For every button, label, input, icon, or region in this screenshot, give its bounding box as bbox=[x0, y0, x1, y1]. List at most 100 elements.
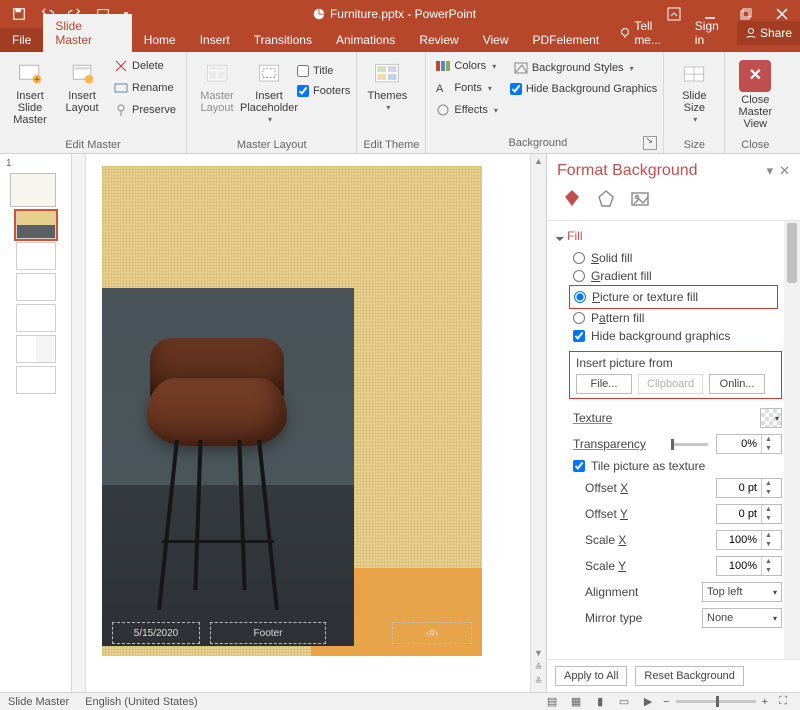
date-placeholder[interactable]: 5/15/2020 bbox=[112, 622, 200, 644]
themes-button[interactable]: Themes bbox=[363, 56, 411, 113]
scale-y-spinner[interactable]: ▲▼ bbox=[716, 556, 782, 576]
offset-x-spinner[interactable]: ▲▼ bbox=[716, 478, 782, 498]
fit-to-window-button[interactable]: ⛶ bbox=[774, 695, 792, 709]
reset-background-button[interactable]: Reset Background bbox=[635, 666, 744, 686]
chair-picture[interactable] bbox=[102, 288, 354, 646]
hide-bg-graphics-panel-checkbox[interactable]: Hide background graphics bbox=[557, 327, 796, 345]
group-label-edit-theme: Edit Theme bbox=[363, 138, 419, 151]
panel-close-icon[interactable]: ✕ bbox=[779, 163, 790, 179]
delete-button[interactable]: Delete bbox=[110, 56, 180, 76]
mirror-combo[interactable]: None▾ bbox=[702, 608, 782, 628]
gradient-fill-radio[interactable]: Gradient fill bbox=[557, 267, 796, 285]
tab-pdfelement[interactable]: PDFelement bbox=[521, 28, 612, 52]
colors-button[interactable]: Colors bbox=[432, 56, 501, 76]
next-slide-icon[interactable]: ≚ bbox=[532, 676, 546, 690]
layout-thumbnail-6[interactable] bbox=[16, 366, 56, 394]
transparency-slider[interactable] bbox=[674, 443, 708, 446]
fill-mode-icon[interactable] bbox=[559, 186, 585, 212]
preserve-button[interactable]: Preserve bbox=[110, 100, 180, 120]
normal-view-icon[interactable]: ▦ bbox=[567, 695, 585, 709]
slide-edit-area[interactable]: 5/15/2020 Footer ‹#› bbox=[72, 154, 530, 692]
master-layout-icon bbox=[203, 60, 231, 88]
layout-thumbnail-1[interactable] bbox=[16, 211, 56, 239]
picture-mode-icon[interactable] bbox=[627, 186, 653, 212]
layout-thumbnail-3[interactable] bbox=[16, 273, 56, 301]
lightbulb-icon bbox=[619, 27, 630, 39]
insert-slide-master-icon bbox=[16, 60, 44, 88]
share-button[interactable]: Share bbox=[737, 21, 800, 45]
status-language[interactable]: English (United States) bbox=[85, 696, 198, 708]
tab-animations[interactable]: Animations bbox=[324, 28, 407, 52]
insert-online-button[interactable]: Onlin... bbox=[709, 374, 765, 394]
zoom-slider[interactable] bbox=[676, 700, 756, 703]
scale-x-spinner[interactable]: ▲▼ bbox=[716, 530, 782, 550]
tab-slide-master[interactable]: Slide Master bbox=[43, 14, 131, 52]
prev-slide-icon[interactable]: ≙ bbox=[532, 662, 546, 676]
footers-checkbox[interactable]: Footers bbox=[297, 82, 350, 100]
insert-layout-icon bbox=[68, 60, 96, 88]
master-thumbnail[interactable] bbox=[10, 173, 56, 207]
tab-home[interactable]: Home bbox=[132, 28, 188, 52]
background-styles-button[interactable]: Background Styles bbox=[510, 58, 657, 78]
insert-slide-master-button[interactable]: Insert Slide Master bbox=[6, 56, 54, 126]
fonts-button[interactable]: AFonts bbox=[432, 78, 501, 98]
zoom-in-button[interactable]: + bbox=[762, 696, 768, 708]
fonts-icon: A bbox=[436, 81, 450, 95]
scroll-down-icon[interactable]: ▼ bbox=[532, 648, 546, 662]
solid-fill-radio[interactable]: Solid fill bbox=[557, 249, 796, 267]
master-layout-button[interactable]: Master Layout bbox=[193, 56, 241, 114]
effects-button[interactable]: Effects bbox=[432, 100, 501, 120]
tile-checkbox[interactable]: Tile picture as texture bbox=[557, 457, 796, 475]
insert-clipboard-button: Clipboard bbox=[638, 374, 703, 394]
slideshow-icon[interactable]: ▶ bbox=[639, 695, 657, 709]
slide-canvas[interactable]: 5/15/2020 Footer ‹#› bbox=[102, 166, 482, 656]
apply-to-all-button[interactable]: Apply to All bbox=[555, 666, 627, 686]
tab-insert[interactable]: Insert bbox=[188, 28, 242, 52]
offset-y-spinner[interactable]: ▲▼ bbox=[716, 504, 782, 524]
fill-section-header[interactable]: Fill bbox=[557, 229, 796, 243]
scroll-up-icon[interactable]: ▲ bbox=[532, 156, 546, 170]
zoom-out-button[interactable]: − bbox=[663, 696, 669, 708]
insert-layout-button[interactable]: Insert Layout bbox=[58, 56, 106, 114]
transparency-row: Transparency ▲▼ bbox=[557, 431, 796, 457]
sign-in-button[interactable]: Sign in bbox=[687, 19, 737, 47]
close-icon: ✕ bbox=[739, 60, 771, 92]
tab-view[interactable]: View bbox=[471, 28, 521, 52]
thumbnail-pane[interactable]: 1 bbox=[0, 154, 72, 692]
layout-thumbnail-2[interactable] bbox=[16, 242, 56, 270]
main-area: 1 5/15/2020 Footer ‹#› bbox=[0, 154, 800, 692]
layout-thumbnail-4[interactable] bbox=[16, 304, 56, 332]
rename-button[interactable]: Rename bbox=[110, 78, 180, 98]
background-dialog-launcher[interactable] bbox=[643, 136, 657, 150]
tab-file[interactable]: File bbox=[0, 28, 43, 52]
tell-me-button[interactable]: Tell me... bbox=[611, 14, 687, 52]
tab-transitions[interactable]: Transitions bbox=[242, 28, 324, 52]
rename-icon bbox=[114, 81, 128, 95]
edit-vertical-scrollbar[interactable]: ▲ ▼ ≙ ≚ bbox=[530, 154, 546, 692]
texture-picker[interactable]: ▾ bbox=[760, 408, 782, 428]
reading-view-icon[interactable]: ▭ bbox=[615, 695, 633, 709]
slide-sorter-icon[interactable]: ▮ bbox=[591, 695, 609, 709]
panel-scrollbar[interactable] bbox=[784, 221, 800, 659]
effects-mode-icon[interactable] bbox=[593, 186, 619, 212]
panel-options-icon[interactable]: ▾ bbox=[767, 163, 774, 179]
pattern-fill-radio[interactable]: Pattern fill bbox=[557, 309, 796, 327]
group-close: ✕ Close Master View Close bbox=[725, 52, 785, 153]
insert-file-button[interactable]: File... bbox=[576, 374, 632, 394]
save-button[interactable] bbox=[8, 3, 30, 25]
hide-bg-graphics-checkbox[interactable]: Hide Background Graphics bbox=[510, 80, 657, 98]
title-checkbox[interactable]: Title bbox=[297, 62, 350, 80]
slide-number-placeholder[interactable]: ‹#› bbox=[392, 622, 472, 644]
layout-thumbnail-5[interactable] bbox=[16, 335, 56, 363]
transparency-spinner[interactable]: ▲▼ bbox=[716, 434, 782, 454]
panel-mode-icons bbox=[547, 184, 800, 220]
close-master-view-button[interactable]: ✕ Close Master View bbox=[731, 56, 779, 130]
insert-placeholder-button[interactable]: Insert Placeholder bbox=[245, 56, 293, 125]
tab-review[interactable]: Review bbox=[407, 28, 470, 52]
alignment-combo[interactable]: Top left▾ bbox=[702, 582, 782, 602]
group-edit-theme: Themes Edit Theme bbox=[357, 52, 426, 153]
slide-size-button[interactable]: Slide Size bbox=[670, 56, 718, 125]
footer-placeholder[interactable]: Footer bbox=[210, 622, 326, 644]
notes-button[interactable]: ▤ bbox=[543, 695, 561, 709]
picture-fill-radio[interactable]: Picture or texture fill bbox=[574, 288, 773, 306]
